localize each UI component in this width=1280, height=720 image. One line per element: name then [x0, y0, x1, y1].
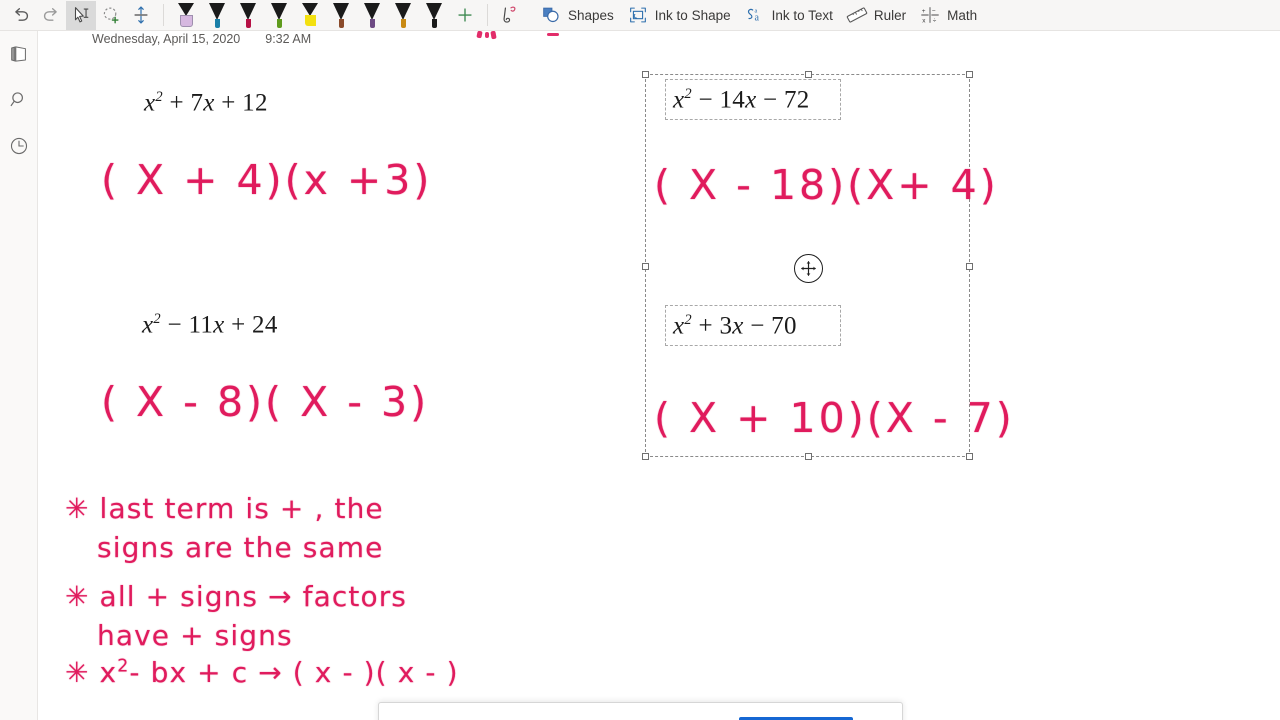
sidebar-item-notebooks[interactable]: [2, 40, 36, 68]
ink-to-text-button[interactable]: a a Ink to Text: [740, 1, 842, 30]
expression-right-1[interactable]: x2 − 14x − 72: [673, 86, 810, 114]
sign-in-toast: Use a new verification code next time yo…: [378, 702, 903, 720]
answer-right-1[interactable]: ( X - 18)(X+ 4): [654, 161, 999, 209]
svg-text:−: −: [932, 8, 936, 15]
answer-right-2[interactable]: ( X + 10)(X - 7): [654, 394, 1015, 442]
note-1-line-2[interactable]: signs are the same: [97, 531, 383, 564]
pen-purple[interactable]: [357, 1, 388, 30]
text-select-cursor-icon: [74, 7, 89, 23]
selection-handle-w[interactable]: [642, 263, 649, 270]
sidebar-item-search[interactable]: [2, 86, 36, 114]
left-navigation-rail: [0, 31, 38, 720]
selection-handle-sw[interactable]: [642, 453, 649, 460]
draw-toolbar: Shapes Ink to Shape a a Ink to Text Rule…: [0, 0, 1280, 31]
selection-handle-nw[interactable]: [642, 71, 649, 78]
select-tool-button[interactable]: [66, 0, 96, 30]
undo-icon: [15, 8, 29, 21]
redo-button[interactable]: [36, 1, 66, 30]
selection-move-handle[interactable]: [794, 254, 823, 283]
search-icon: [10, 92, 23, 107]
pen-eraser[interactable]: [171, 1, 202, 30]
redo-icon: [43, 8, 57, 21]
math-icon: + x − ÷: [921, 7, 939, 24]
selection-handle-n[interactable]: [805, 71, 812, 78]
ink-editor-icon: [503, 6, 516, 23]
answer-left-1[interactable]: ( X + 4)(x +3): [101, 156, 432, 204]
stay-logged-in-button[interactable]: Stay logged in: [738, 716, 854, 720]
ink-fragment: [547, 33, 559, 36]
pen-green[interactable]: [264, 1, 295, 30]
selection-handle-ne[interactable]: [966, 71, 973, 78]
shapes-icon: [543, 7, 559, 23]
page-date: Wednesday, April 15, 2020: [92, 32, 241, 46]
svg-text:+: +: [922, 8, 926, 15]
ink-editor-button[interactable]: [495, 1, 536, 30]
highlighter-yellow[interactable]: [295, 1, 326, 30]
ink-to-shape-icon: [629, 7, 646, 23]
toolbar-divider-2: [487, 4, 488, 26]
ink-to-shape-label: Ink to Shape: [654, 7, 731, 23]
pen-brown[interactable]: [326, 1, 357, 30]
pen-orange[interactable]: [388, 1, 419, 30]
move-icon: [801, 261, 816, 276]
note-2-line-1[interactable]: ✳ all + signs → factors: [65, 580, 407, 613]
note-1-line-1[interactable]: ✳ last term is + , the: [65, 492, 384, 525]
shapes-label: Shapes: [568, 7, 614, 23]
ink-to-shape-button[interactable]: Ink to Shape: [623, 1, 740, 30]
svg-text:÷: ÷: [933, 17, 937, 24]
svg-text:a: a: [754, 7, 757, 14]
pen-black[interactable]: [419, 1, 450, 30]
expression-left-1[interactable]: x2 + 7x + 12: [144, 89, 268, 117]
shapes-button[interactable]: Shapes: [536, 1, 623, 30]
notebooks-icon: [10, 46, 26, 62]
ruler-label: Ruler: [873, 7, 907, 23]
note-page-canvas[interactable]: Wednesday, April 15, 2020 9:32 AM x2 + 7…: [39, 31, 1280, 720]
undo-button[interactable]: [6, 1, 36, 30]
ink-fragment: [485, 32, 489, 38]
pen-crimson[interactable]: [233, 1, 264, 30]
ink-fragment: [490, 31, 497, 40]
expression-right-2[interactable]: x2 + 3x − 70: [673, 312, 797, 340]
note-2-line-2[interactable]: have + signs: [97, 619, 293, 652]
onenote-window: Shapes Ink to Shape a a Ink to Text Rule…: [0, 0, 1280, 720]
sidebar-item-recent[interactable]: [2, 132, 36, 160]
selection-handle-s[interactable]: [805, 453, 812, 460]
ink-to-text-icon: a a: [747, 7, 759, 24]
add-pen-button[interactable]: [450, 1, 480, 30]
recent-icon: [10, 137, 27, 155]
expression-left-2[interactable]: x2 − 11x + 24: [142, 311, 278, 339]
pen-blue[interactable]: [202, 1, 233, 30]
insert-space-icon: [134, 6, 148, 24]
ink-fragment: [476, 31, 483, 39]
svg-text:x: x: [922, 17, 926, 24]
lasso-select-button[interactable]: [96, 1, 126, 30]
math-button[interactable]: + x − ÷ Math: [915, 1, 986, 30]
page-datetime-header: Wednesday, April 15, 2020 9:32 AM: [92, 32, 311, 46]
page-time: 9:32 AM: [265, 32, 312, 46]
note-3-line-1[interactable]: ✳ x2- bx + c → ( x - )( x - ): [65, 656, 459, 689]
ink-to-text-label: Ink to Text: [771, 7, 833, 23]
selection-handle-se[interactable]: [966, 453, 973, 460]
lasso-select-icon: [103, 7, 119, 24]
insert-space-button[interactable]: [126, 1, 156, 30]
selection-handle-e[interactable]: [966, 263, 973, 270]
ruler-button[interactable]: Ruler: [842, 1, 915, 30]
math-label: Math: [947, 7, 978, 23]
answer-left-2[interactable]: ( X - 8)( X - 3): [101, 378, 429, 426]
plus-icon: [458, 8, 472, 22]
toolbar-divider: [163, 4, 164, 26]
ruler-icon: [846, 7, 868, 23]
